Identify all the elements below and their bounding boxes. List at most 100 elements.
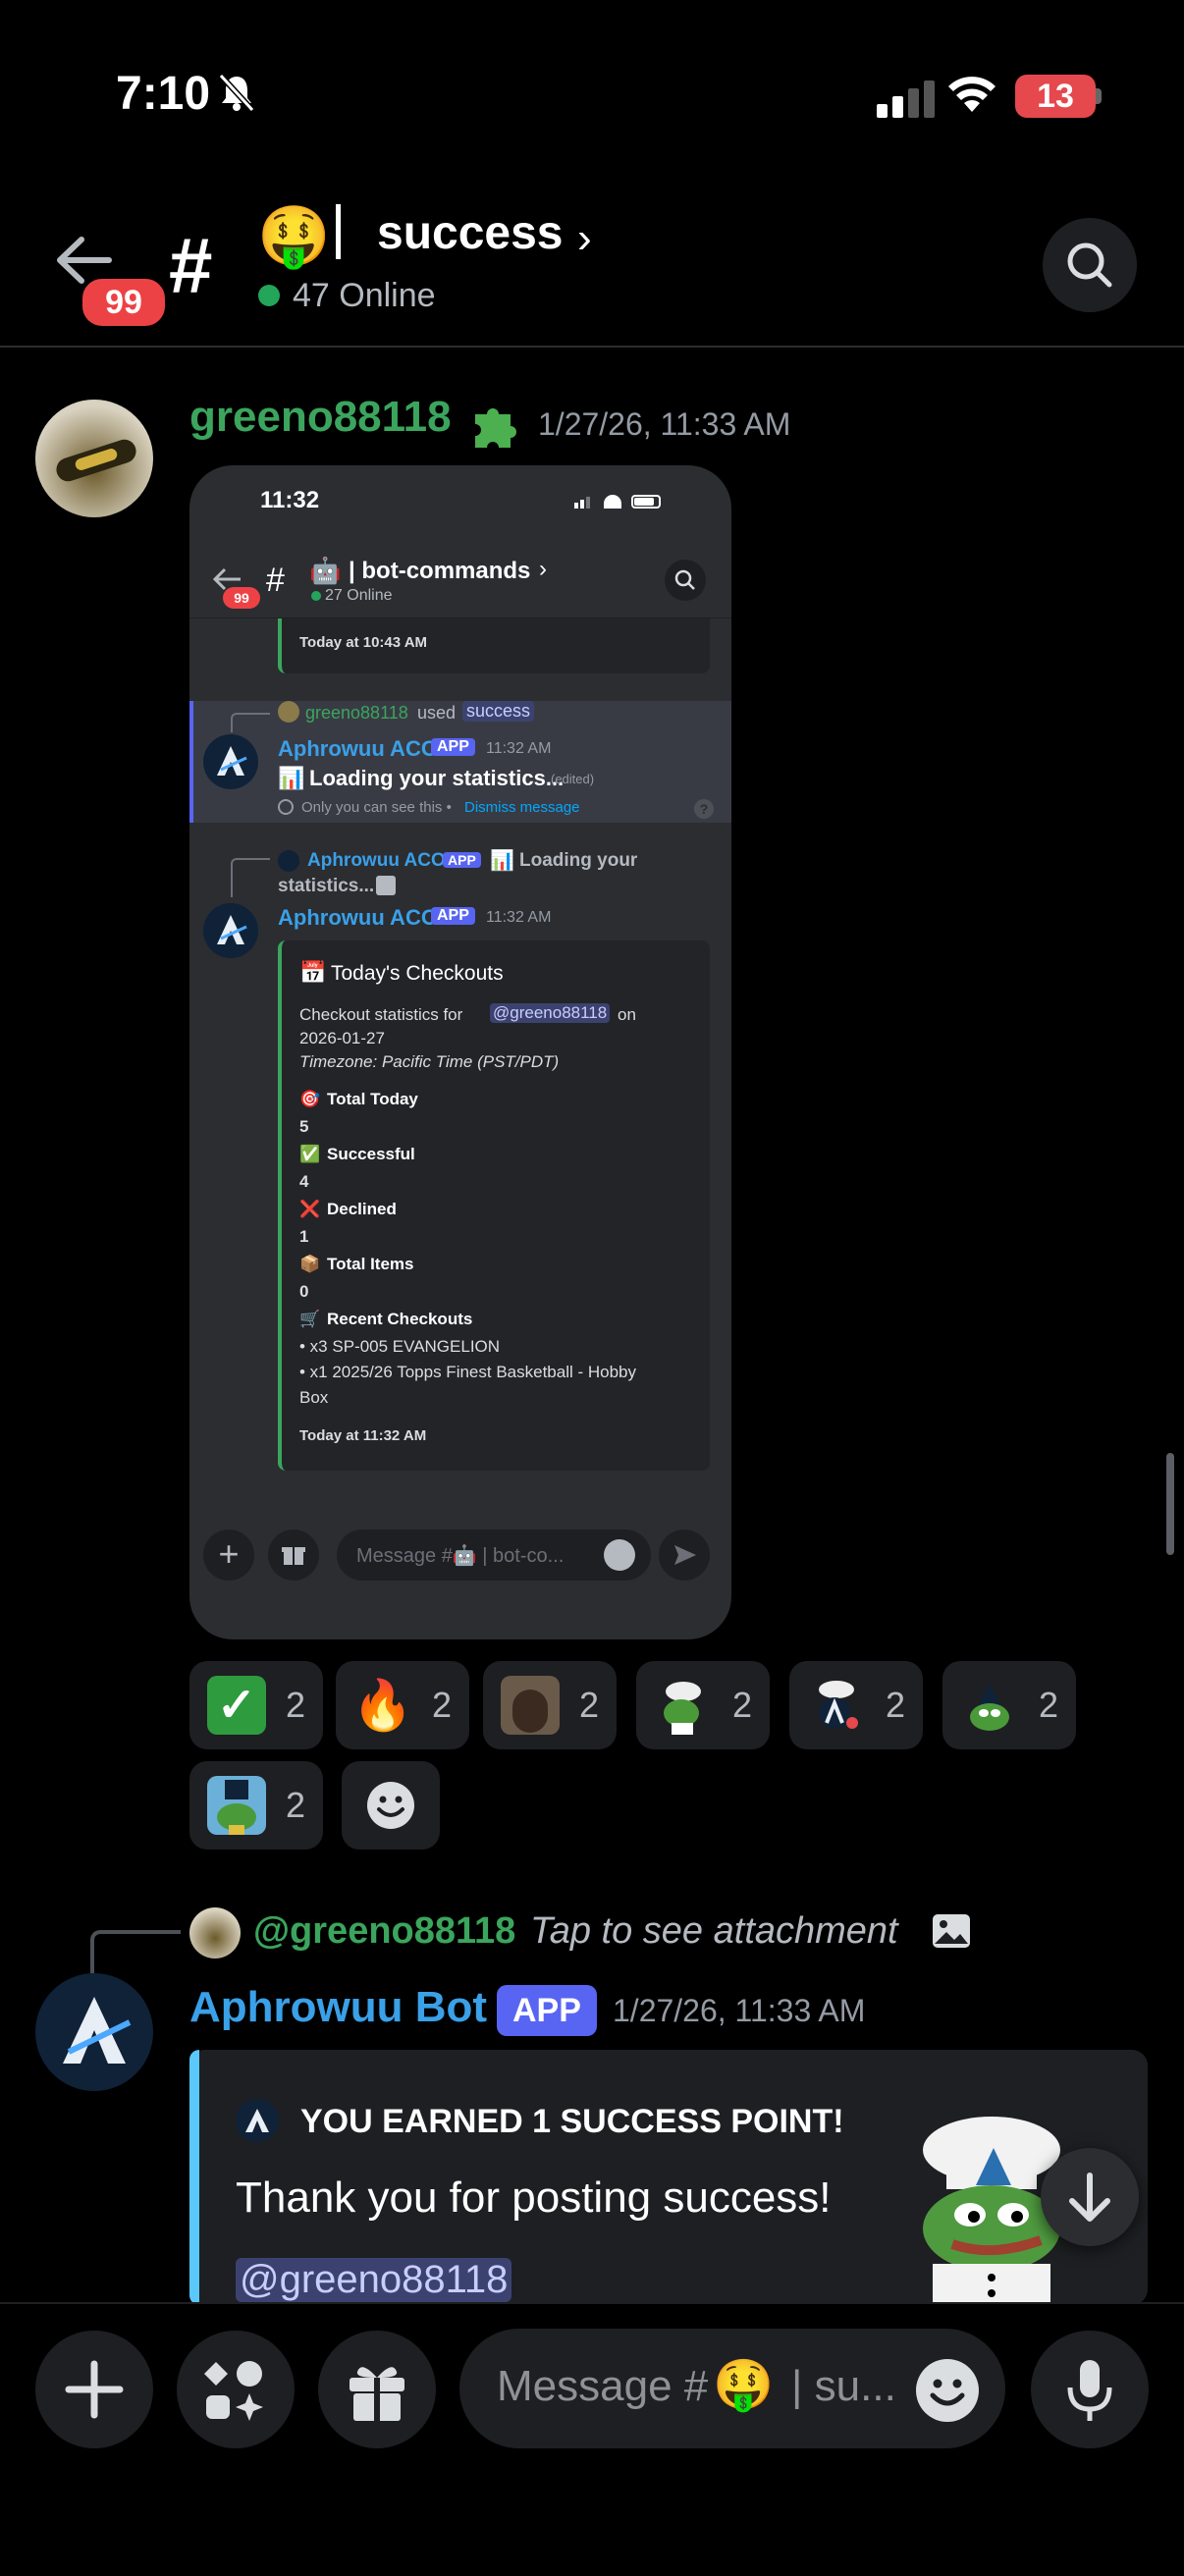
- attach-msg1-edited: (edited): [551, 772, 595, 786]
- attach-reply-line: [231, 713, 270, 732]
- avatar-greeno88118[interactable]: [35, 400, 153, 517]
- image-icon: [933, 1914, 970, 1948]
- field-value-total-items: 0: [299, 1282, 309, 1301]
- reaction-check[interactable]: ✓ 2: [189, 1661, 324, 1749]
- field-icon-box: 📦: [299, 1255, 321, 1273]
- attach-badge: 99: [223, 587, 260, 609]
- search-icon: [1067, 242, 1112, 288]
- reaction-count: 2: [732, 1685, 753, 1725]
- attach-channel-name: | bot-commands: [349, 558, 531, 584]
- field-value-declined: 1: [299, 1227, 309, 1246]
- bell-muted-icon: [218, 73, 255, 112]
- fire-emoji-icon: 🔥: [353, 1677, 412, 1733]
- message-placeholder: Message #: [497, 2362, 709, 2410]
- search-button[interactable]: [1043, 218, 1137, 312]
- chevron-right-icon[interactable]: ›: [577, 214, 592, 263]
- header-divider: [0, 346, 1184, 348]
- scrollbar-thumb[interactable]: [1166, 1453, 1174, 1555]
- add-attachment-button[interactable]: [35, 2331, 153, 2448]
- recent-item-2: • x1 2025/26 Topps Finest Basketball - H…: [299, 1363, 637, 1381]
- message-author[interactable]: greeno88118: [189, 393, 452, 442]
- eye-icon: [278, 799, 294, 815]
- apps-button[interactable]: [177, 2331, 295, 2448]
- reaction-count: 2: [286, 1785, 306, 1825]
- gift-button[interactable]: [318, 2331, 436, 2448]
- reaction-pepe-sign[interactable]: 2: [189, 1761, 324, 1850]
- channel-title[interactable]: success: [377, 206, 564, 260]
- attach-used-user: greeno88118: [305, 703, 408, 723]
- attach-composer-placeholder: Message #🤖 | bot-co...: [356, 1545, 565, 1567]
- face-emoji-icon: [501, 1676, 560, 1735]
- attach-embed-mention: @greeno88118: [490, 1003, 611, 1023]
- reply-username[interactable]: @greeno88118: [253, 1910, 515, 1953]
- attach-used-word: used: [417, 703, 457, 723]
- embed-mention[interactable]: @greeno88118: [236, 2258, 512, 2302]
- plus-icon: [65, 2360, 124, 2419]
- reaction-pepe-chef[interactable]: 2: [636, 1661, 771, 1749]
- battery-level: 13: [1015, 75, 1096, 118]
- attach-ephemeral-msg: [189, 701, 731, 823]
- attach-prev-time: Today at 10:43 AM: [299, 634, 428, 651]
- attach-reply-text-1: Loading your: [519, 850, 638, 871]
- online-status-dot: [258, 285, 280, 306]
- cart-icon: 🛒: [299, 1310, 321, 1328]
- attach-status-time: 11:32: [260, 487, 320, 513]
- reaction-count: 2: [886, 1685, 906, 1725]
- channel-separator: [336, 204, 341, 259]
- reaction-count: 2: [579, 1685, 600, 1725]
- recent-item-2-cont: Box: [299, 1388, 329, 1407]
- attach-used-command: success: [462, 701, 535, 722]
- check-emoji-icon: ✓: [207, 1676, 266, 1735]
- reaction-face[interactable]: 2: [483, 1661, 618, 1749]
- reaction-pepe-logo[interactable]: 2: [942, 1661, 1077, 1749]
- attach-embed-date: 2026-01-27: [299, 1029, 385, 1047]
- field-value-successful: 4: [299, 1172, 309, 1191]
- attach-chevron-icon: ›: [539, 556, 547, 582]
- attach-reply-chart-icon: 📊: [490, 850, 514, 872]
- channel-hash-icon: #: [169, 222, 213, 309]
- embed-author-icon: [236, 2099, 279, 2142]
- field-icon-target: 🎯: [299, 1090, 321, 1108]
- reaction-count: 2: [1039, 1685, 1059, 1725]
- avatar-aphrowuu-bot[interactable]: [35, 1973, 153, 2091]
- attach-gift-icon: [268, 1530, 319, 1581]
- attach-online: 27 Online: [325, 587, 393, 604]
- image-attachment[interactable]: 11:32 99 # 🤖 | bot-commands › 27 Online …: [189, 465, 731, 1639]
- apps-icon: [204, 2361, 263, 2421]
- aphrowuu-logo-icon: [63, 1997, 132, 2064]
- attach-send-icon: [659, 1530, 710, 1581]
- puzzle-piece-icon: [475, 408, 516, 448]
- reply-connector: [90, 1930, 181, 1973]
- embed-description: Thank you for posting success!: [236, 2174, 832, 2222]
- help-icon: ?: [694, 799, 714, 819]
- reaction-fire[interactable]: 🔥 2: [336, 1661, 470, 1749]
- attach-embed-footer: Today at 11:32 AM: [299, 1427, 427, 1444]
- unread-badge: 99: [79, 275, 169, 330]
- jump-to-bottom-button[interactable]: [1041, 2148, 1139, 2246]
- attach-reply-line-2: [231, 858, 270, 897]
- pepe-sign-emoji-icon: [207, 1776, 266, 1835]
- voice-message-button[interactable]: [1031, 2331, 1149, 2448]
- message-placeholder-2: | su...: [791, 2362, 896, 2410]
- attach-embed-title: Today's Checkouts: [331, 962, 504, 985]
- wifi-icon: [948, 77, 996, 112]
- status-time: 7:10: [116, 68, 211, 120]
- field-label-total-today: Total Today: [327, 1090, 418, 1108]
- attach-status-icons: [574, 495, 692, 510]
- message-timestamp: 1/27/26, 11:33 AM: [538, 406, 791, 442]
- reply-preview-text[interactable]: Tap to see attachment: [530, 1910, 898, 1953]
- battery-tip: [1096, 88, 1102, 104]
- field-icon-cross: ❌: [299, 1200, 321, 1218]
- attach-hash-icon: #: [266, 562, 285, 599]
- attach-app-tag: APP: [431, 738, 475, 756]
- attach-reply-app: APP: [443, 852, 481, 868]
- emoji-picker-icon[interactable]: [913, 2356, 982, 2425]
- reaction-aphrowuu-chef[interactable]: 2: [789, 1661, 924, 1749]
- attach-msg1-time: 11:32 AM: [486, 740, 552, 757]
- add-reaction-button[interactable]: [342, 1761, 440, 1850]
- field-label-recent: Recent Checkouts: [327, 1310, 473, 1328]
- attach-embed-desc-2: on: [618, 1005, 636, 1024]
- attach-only-you: Only you can see this •: [301, 799, 452, 816]
- bot-author[interactable]: Aphrowuu Bot: [189, 1983, 487, 2032]
- embed-accent-bar: [189, 2050, 199, 2305]
